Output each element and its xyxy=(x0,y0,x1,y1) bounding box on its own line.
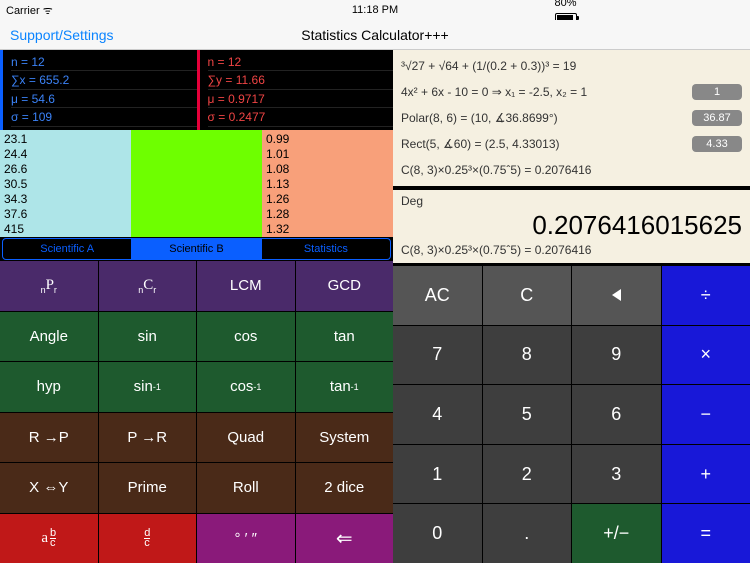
func-cos[interactable]: cos xyxy=(197,312,295,362)
angle-mode: Deg xyxy=(401,194,742,208)
key-[interactable]: + xyxy=(662,445,750,504)
data-value: 1.28 xyxy=(266,207,389,222)
history-expr: ³√27 + √64 + (1/(0.2 + 0.3))³ = 19 xyxy=(401,59,576,73)
history-row: 4x² + 6x - 10 = 0 ⇒ x₁ = -2.5, x₂ = 1 1 xyxy=(401,82,742,102)
key-[interactable]: . xyxy=(483,504,572,563)
func-r-p[interactable]: R →P xyxy=(0,413,98,463)
stat-col-y: n = 12 ∑y = 11.66 μ = 0.9717 σ = 0.2477 xyxy=(197,50,394,130)
app-title: Statistics Calculator+++ xyxy=(301,27,448,43)
func-cos-[interactable]: cos-1 xyxy=(197,362,295,412)
copy-result-button[interactable]: 36.87 xyxy=(692,110,742,126)
data-value: 415 xyxy=(4,222,127,237)
func-d-c[interactable]: dc xyxy=(99,514,197,563)
func-gcd[interactable]: GCD xyxy=(296,261,394,311)
key-5[interactable]: 5 xyxy=(483,385,572,444)
data-value: 37.6 xyxy=(4,207,127,222)
func-roll[interactable]: Roll xyxy=(197,463,295,513)
func-p-r[interactable]: P →R xyxy=(99,413,197,463)
func-quad[interactable]: Quad xyxy=(197,413,295,463)
data-value: 30.5 xyxy=(4,177,127,192)
data-value: 1.08 xyxy=(266,162,389,177)
key-[interactable]: +/− xyxy=(572,504,661,563)
func-hyp[interactable]: hyp xyxy=(0,362,98,412)
func-a-b-c[interactable]: abc xyxy=(0,514,98,563)
func-angle[interactable]: Angle xyxy=(0,312,98,362)
func-system[interactable]: System xyxy=(296,413,394,463)
history-row: Polar(8, 6) = (10, ∡36.8699°) 36.87 xyxy=(401,108,742,128)
func-sin-[interactable]: sin-1 xyxy=(99,362,197,412)
result-expr: C(8, 3)×0.25³×(0.75ˆ5) = 0.2076416 xyxy=(401,243,742,257)
history-row: Rect(5, ∡60) = (2.5, 4.33013) 4.33 xyxy=(401,134,742,154)
data-col-1[interactable]: 23.124.426.630.534.337.6415 xyxy=(0,130,131,237)
func--[interactable]: ⇐ xyxy=(296,514,394,563)
data-value: 34.3 xyxy=(4,192,127,207)
tab-scientific-a[interactable]: Scientific A xyxy=(3,239,132,259)
key-8[interactable]: 8 xyxy=(483,326,572,385)
key-ac[interactable]: AC xyxy=(393,266,482,325)
key-c[interactable]: C xyxy=(483,266,572,325)
data-value: 23.1 xyxy=(4,132,127,147)
copy-result-button[interactable]: 1 xyxy=(692,84,742,100)
func--c-[interactable]: nCr xyxy=(99,261,197,311)
func-prime[interactable]: Prime xyxy=(99,463,197,513)
key-6[interactable]: 6 xyxy=(572,385,661,444)
support-settings-link[interactable]: Support/Settings xyxy=(10,27,114,43)
data-value: 1.01 xyxy=(266,147,389,162)
key-[interactable]: ÷ xyxy=(662,266,750,325)
numpad: ACC ÷ 789× 456− 123+0.+/−= xyxy=(393,266,750,563)
data-value: 26.6 xyxy=(4,162,127,177)
function-grid: nPrnCrLCMGCD Anglesincostan hypsin-1cos-1t… xyxy=(0,261,393,563)
data-value: 1.26 xyxy=(266,192,389,207)
key-3[interactable]: 3 xyxy=(572,445,661,504)
display: Deg 0.2076416015625 C(8, 3)×0.25³×(0.75ˆ… xyxy=(393,190,750,263)
func-tan-[interactable]: tan-1 xyxy=(296,362,394,412)
history-expr: Polar(8, 6) = (10, ∡36.8699°) xyxy=(401,111,558,125)
history-expr: Rect(5, ∡60) = (2.5, 4.33013) xyxy=(401,137,560,151)
tab-scientific-b[interactable]: Scientific B xyxy=(132,239,261,259)
key-backspace[interactable] xyxy=(572,266,661,325)
func-tan[interactable]: tan xyxy=(296,312,394,362)
result-value: 0.2076416015625 xyxy=(401,210,742,241)
func-lcm[interactable]: LCM xyxy=(197,261,295,311)
key-9[interactable]: 9 xyxy=(572,326,661,385)
history-panel: ³√27 + √64 + (1/(0.2 + 0.3))³ = 19 4x² + … xyxy=(393,50,750,186)
data-value: 0.99 xyxy=(266,132,389,147)
data-col-2[interactable] xyxy=(131,130,262,237)
key-4[interactable]: 4 xyxy=(393,385,482,444)
key-[interactable]: = xyxy=(662,504,750,563)
copy-result-button[interactable]: 4.33 xyxy=(692,136,742,152)
tab-statistics[interactable]: Statistics xyxy=(262,239,390,259)
data-value: 1.13 xyxy=(266,177,389,192)
key-7[interactable]: 7 xyxy=(393,326,482,385)
func-2-dice[interactable]: 2 dice xyxy=(296,463,394,513)
mode-tabs: Scientific A Scientific B Statistics xyxy=(2,238,391,260)
data-columns[interactable]: 23.124.426.630.534.337.6415 0.991.011.08… xyxy=(0,130,393,237)
key-[interactable]: × xyxy=(662,326,750,385)
func-sin[interactable]: sin xyxy=(99,312,197,362)
func--p-[interactable]: nPr xyxy=(0,261,98,311)
backspace-icon xyxy=(612,289,621,301)
key-2[interactable]: 2 xyxy=(483,445,572,504)
func--[interactable]: ° ′ ″ xyxy=(197,514,295,563)
key-[interactable]: − xyxy=(662,385,750,444)
history-row: ³√27 + √64 + (1/(0.2 + 0.3))³ = 19 xyxy=(401,56,742,76)
status-time: 11:18 PM xyxy=(352,4,398,16)
stat-col-x: n = 12 ∑x = 655.2 μ = 54.6 σ = 109 xyxy=(0,50,197,130)
data-value: 1.32 xyxy=(266,222,389,237)
stats-panel: n = 12 ∑x = 655.2 μ = 54.6 σ = 109 n = 1… xyxy=(0,50,393,130)
data-col-3[interactable]: 0.991.011.081.131.261.281.32 xyxy=(262,130,393,237)
history-expr: 4x² + 6x - 10 = 0 ⇒ x₁ = -2.5, x₂ = 1 xyxy=(401,85,587,99)
key-1[interactable]: 1 xyxy=(393,445,482,504)
func-x-y[interactable]: X ⇔Y xyxy=(0,463,98,513)
history-row: C(8, 3)×0.25³×(0.75ˆ5) = 0.2076416 xyxy=(401,160,742,180)
data-value: 24.4 xyxy=(4,147,127,162)
status-bar: Carrier ᯤ 11:18 PM 80% xyxy=(0,0,750,20)
history-expr: C(8, 3)×0.25³×(0.75ˆ5) = 0.2076416 xyxy=(401,163,591,177)
navbar: Support/Settings Statistics Calculator++… xyxy=(0,20,750,50)
key-0[interactable]: 0 xyxy=(393,504,482,563)
